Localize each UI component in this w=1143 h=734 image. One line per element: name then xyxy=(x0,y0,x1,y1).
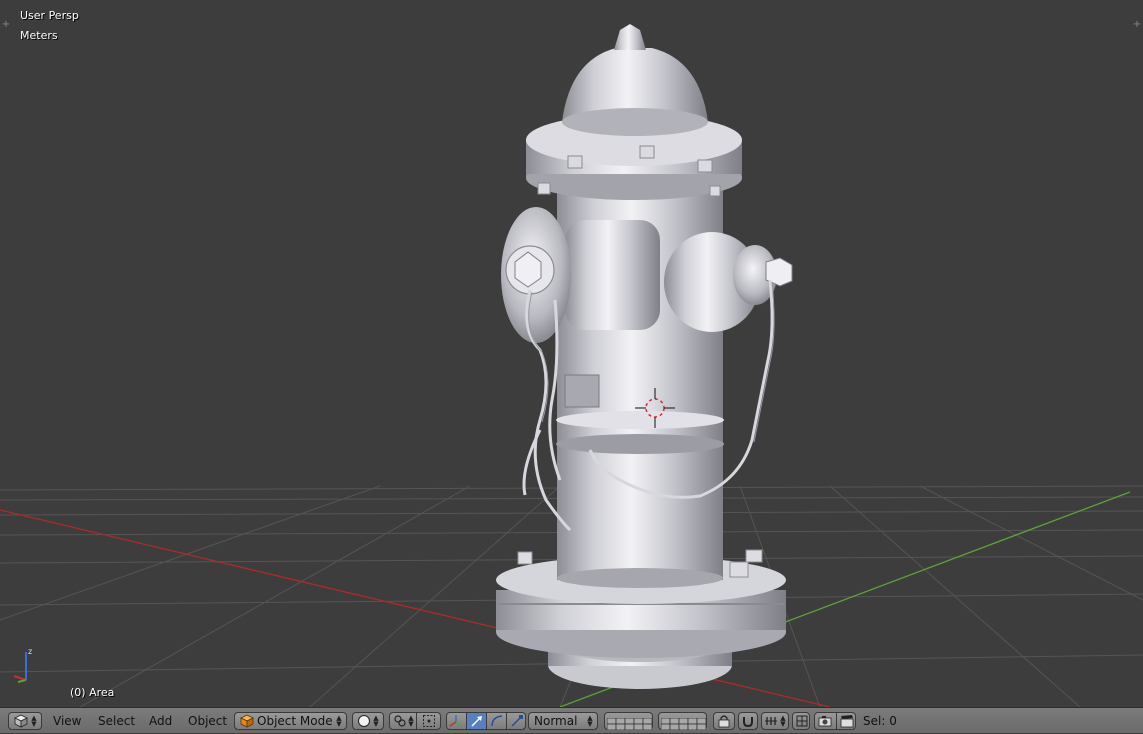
scene-canvas[interactable] xyxy=(0,0,1143,707)
rotate-button[interactable] xyxy=(486,713,506,729)
updown-icon: ▲ ▼ xyxy=(373,714,379,728)
viewport-shading-button[interactable]: ▲ ▼ xyxy=(352,712,384,730)
updown-icon: ▲ ▼ xyxy=(780,714,786,728)
layer-grid-icon xyxy=(660,717,707,731)
render-group xyxy=(814,712,856,730)
bounding-box-icon xyxy=(423,715,435,727)
object-info-label: (0) Area xyxy=(70,686,115,699)
fire-hydrant-model xyxy=(496,24,793,689)
3d-view-header: ▲ ▼ View Select Add Object Object Mode ▲ ▼… xyxy=(0,707,1143,733)
menu-object[interactable]: Object xyxy=(186,712,229,730)
layers-left-block[interactable] xyxy=(604,712,653,731)
layers-right-block[interactable] xyxy=(658,712,707,731)
pivot-point-button[interactable]: ▲ ▼ xyxy=(390,713,416,729)
updown-icon: ▲ ▼ xyxy=(336,714,342,728)
editor-type-button[interactable]: ▲ ▼ xyxy=(8,712,42,730)
updown-icon: ▲ ▼ xyxy=(587,714,593,728)
axis-orientation-widget: z xyxy=(13,647,32,683)
proportional-edit-button[interactable] xyxy=(416,713,442,729)
snap-target-icon xyxy=(796,715,808,727)
clapper-icon xyxy=(840,715,854,728)
svg-text:z: z xyxy=(28,647,32,656)
units-label: Meters xyxy=(20,29,58,42)
menu-add[interactable]: Add xyxy=(147,712,174,730)
pivot-group: ▲ ▼ xyxy=(389,712,441,730)
view-name-label: User Persp xyxy=(20,9,79,22)
3d-viewport[interactable]: User Persp Meters (0) Area + + z xyxy=(0,0,1143,707)
snap-magnet-icon xyxy=(743,717,753,728)
snap-increment-icon xyxy=(765,717,777,725)
snap-target-button[interactable] xyxy=(792,712,810,730)
scale-button[interactable] xyxy=(506,713,527,729)
camera-icon xyxy=(818,716,832,727)
rotate-arc-icon xyxy=(491,715,503,727)
manipulator-group xyxy=(446,712,526,730)
orientation-label: Normal xyxy=(534,714,578,728)
opengl-render-button[interactable] xyxy=(815,713,836,729)
selection-count: Sel: 0 xyxy=(863,714,897,728)
area-split-left-icon[interactable]: + xyxy=(1,20,11,30)
snap-element-selector[interactable]: ▲ ▼ xyxy=(761,712,789,730)
layer-grid-icon xyxy=(606,717,653,731)
updown-icon: ▲ ▼ xyxy=(31,714,37,728)
lock-icon xyxy=(718,715,730,728)
transform-orientation-selector[interactable]: Normal ▲ ▼ xyxy=(528,712,598,730)
orange-cube-icon xyxy=(240,714,254,728)
translate-arrow-icon xyxy=(471,716,482,727)
cube-icon xyxy=(14,714,28,728)
area-split-right-icon[interactable]: + xyxy=(1132,20,1142,30)
manipulator-toggle[interactable] xyxy=(447,713,466,729)
mode-label: Object Mode xyxy=(257,714,333,728)
pivot-point-icon xyxy=(394,715,406,727)
mode-selector[interactable]: Object Mode ▲ ▼ xyxy=(234,712,347,730)
updown-icon: ▲ ▼ xyxy=(408,714,414,728)
translate-button[interactable] xyxy=(466,713,486,729)
snap-toggle[interactable] xyxy=(738,712,758,730)
menu-view[interactable]: View xyxy=(51,712,83,730)
manipulator-axes-icon xyxy=(449,715,463,727)
opengl-animation-button[interactable] xyxy=(836,713,857,729)
lock-camera-button[interactable] xyxy=(713,712,735,730)
sphere-shading-icon xyxy=(358,715,370,727)
scale-icon xyxy=(511,715,523,727)
menu-select[interactable]: Select xyxy=(96,712,137,730)
